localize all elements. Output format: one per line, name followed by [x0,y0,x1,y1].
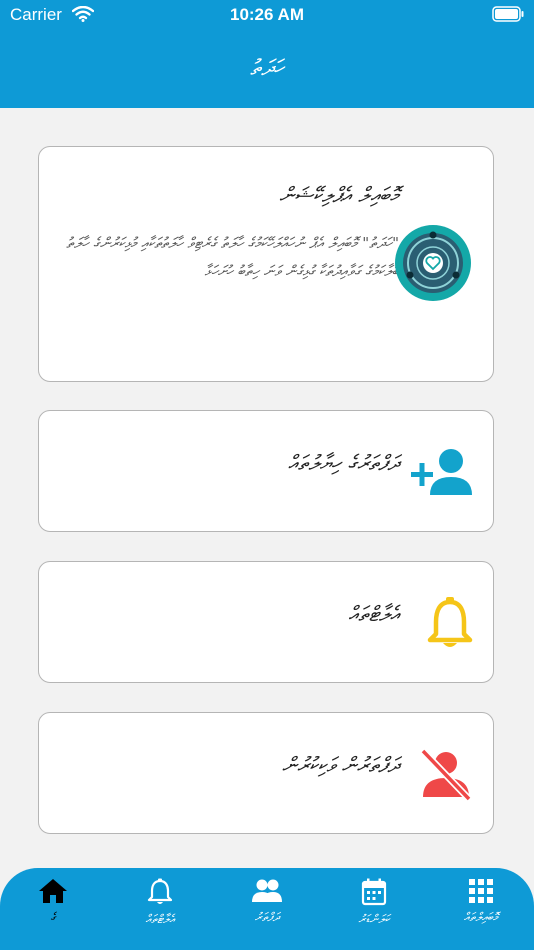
tab-calendar[interactable]: ކަލަންޑަރު [329,878,419,927]
home-icon [39,879,67,903]
card-title: ދަފްތަރުން ވަކިކުރުން [282,753,399,777]
main-content: މޮބައިލް އެޕްލިކޭޝަން "ހަދަތު" މޮބައިލް … [0,108,534,868]
card-add-contact[interactable]: ދަފްތަރުގެ ހިޔާލުތައް [38,410,494,532]
card-title: އެލާޓްތައް [348,602,399,626]
add-person-icon [411,449,472,495]
card-alerts[interactable]: އެލާޓްތައް [38,561,494,683]
status-time: 10:26 AM [229,5,304,24]
page-title: ހަދަތު [250,56,284,81]
tab-label: ކަލަންޑަރު [358,912,390,926]
card-title: މޮބައިލް އެޕްލިކޭޝަން [279,183,399,207]
tab-label: ދަފްތަރު [254,910,280,924]
tab-label: ގެ [50,910,56,924]
tab-contacts[interactable]: ދަފްތަރު [222,878,312,925]
nav-bar: ހަދަތު [0,30,534,108]
tab-alerts[interactable]: އެލާޓްތައް [115,878,205,927]
person-off-icon [420,748,472,801]
card-description: "ހަދަތު" މޮބައިލް އެޕް ނުހައްލަހޭކަމުގެ … [66,234,399,280]
bell-outline-icon [147,878,173,904]
card-remove-contact[interactable]: ދަފްތަރުން ވަކިކުރުން [38,712,494,834]
status-bar: Carrier 10:26 AM [0,0,534,30]
grid-icon [469,879,493,903]
bell-icon [427,597,473,647]
card-title: ދަފްތަރުގެ ހިޔާލުތައް [288,451,399,475]
tab-label: އެލާޓްތައް [145,912,175,926]
people-icon [252,879,282,902]
tab-label: މޮބައިލްތައް [463,910,499,924]
tab-apps[interactable]: މޮބައިލްތައް [436,878,526,925]
calendar-icon [361,878,387,906]
tab-home[interactable]: ގެ [8,878,98,925]
app-logo-icon [395,225,471,301]
card-mobile-app[interactable]: މޮބައިލް އެޕްލިކޭޝަން "ހަދަތު" މޮބައިލް … [38,146,494,382]
battery-icon [492,6,524,22]
tab-bar: ގެ އެލާޓްތައް ދަފްތަރު ކަލަންޑަރު މޮބައި… [0,868,534,950]
